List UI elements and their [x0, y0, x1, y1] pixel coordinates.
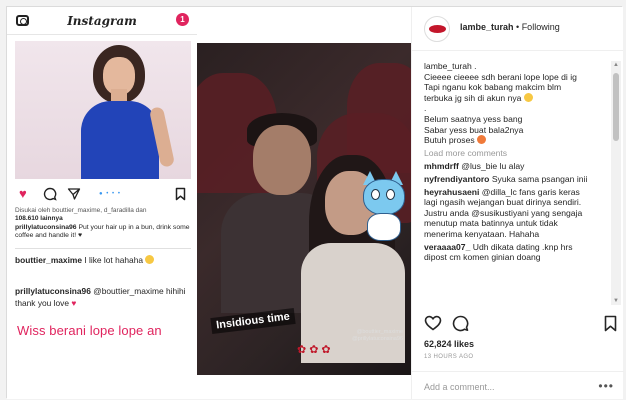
avatar[interactable]: [424, 16, 450, 42]
like-heart-icon[interactable]: [424, 315, 442, 331]
more-options-icon[interactable]: •••: [598, 379, 614, 393]
following-button[interactable]: Following: [522, 22, 560, 32]
comment-icon[interactable]: [452, 315, 469, 332]
screenshot-reply: bouttier_maxime I like lot hahaha: [15, 255, 193, 266]
scroll-down-icon[interactable]: ▼: [613, 298, 619, 304]
pager-dots: ● • • •: [99, 191, 121, 197]
comment-user[interactable]: nyfrendiyantoro: [424, 174, 489, 184]
comment-icon: [43, 187, 57, 201]
comments-list[interactable]: lambe_turah . Cieeee cieeee sdh berani l…: [424, 61, 606, 305]
post-header: lambe_turah • Following: [412, 7, 623, 51]
comments-scrollbar[interactable]: ▲ ▼: [611, 61, 621, 305]
story-tags: @bouttier_maxime @prillylatuconsina96: [352, 329, 403, 342]
screenshot-actions: ♥ ● • • •: [15, 185, 191, 203]
comment: mhmdrff @lus_bie lu alay: [424, 161, 525, 172]
emoji-icon: [145, 255, 155, 264]
post-actions: [424, 315, 618, 333]
header-user: lambe_turah • Following: [460, 22, 560, 32]
overlay-caption: Wiss berani lope lope an: [17, 323, 162, 338]
bookmark-icon: [175, 187, 186, 201]
post-sidebar: lambe_turah • Following lambe_turah . Ci…: [411, 7, 624, 399]
likes-count[interactable]: 62,824 likes: [424, 339, 474, 349]
load-more-comments[interactable]: Load more comments: [424, 148, 606, 159]
add-comment-bar: Add a comment... •••: [412, 371, 624, 399]
save-bookmark-icon[interactable]: [604, 315, 617, 332]
comment-user[interactable]: mhmdrff: [424, 161, 459, 171]
comment-user[interactable]: heyrahusaeni: [424, 187, 479, 197]
screenshot-reply: prillylatuconsina96 @bouttier_maxime hih…: [15, 286, 186, 308]
comment: nyfrendiyantoro Syuka sama psangan inii: [424, 173, 588, 184]
screenshot-panel: Instagram 1 ♥ ● • • • Disukai oleh boutt…: [7, 7, 197, 399]
instagram-logo: Instagram: [67, 14, 137, 28]
screenshot-liked-by: Disukai oleh bouttier_maxime, d_faradill…: [15, 207, 147, 222]
profile-photo: [15, 41, 191, 179]
heart-icon: ♥: [19, 186, 27, 201]
scrollbar-thumb[interactable]: [613, 73, 619, 141]
laughing-emoji-icon: [523, 92, 533, 102]
scroll-up-icon[interactable]: ▲: [613, 62, 619, 68]
screenshot-top-bar: Instagram 1: [7, 7, 197, 35]
divider: [15, 248, 191, 249]
username-link[interactable]: lambe_turah: [460, 22, 514, 32]
add-comment-input[interactable]: Add a comment...: [424, 382, 495, 392]
cinema-photo: Insidious time @bouttier_maxime @prillyl…: [197, 43, 411, 375]
comment-user[interactable]: veraaaa07_: [424, 242, 470, 252]
post-media[interactable]: Instagram 1 ♥ ● • • • Disukai oleh boutt…: [7, 7, 411, 399]
rose-stickers: ✿✿✿: [297, 344, 334, 356]
post-timestamp[interactable]: 13 HOURS AGO: [424, 354, 473, 360]
heart-icon: ♥: [71, 298, 77, 308]
cat-sticker: [359, 171, 409, 245]
emoji-icon: [477, 135, 487, 145]
screenshot-caption: prillylatuconsina96 Put your hair up in …: [15, 224, 190, 239]
comment: veraaaa07_ Udh dikata dating .knp hrs di…: [424, 241, 573, 263]
share-icon: [67, 188, 81, 200]
post-frame: Instagram 1 ♥ ● • • • Disukai oleh boutt…: [6, 6, 624, 399]
notification-badge: 1: [176, 13, 189, 26]
comment: heyrahusaeni @dilla_lc fans garis keras …: [424, 186, 583, 239]
lips-icon: [429, 25, 446, 33]
post-caption: lambe_turah . Cieeee cieeee sdh berani l…: [424, 61, 577, 146]
